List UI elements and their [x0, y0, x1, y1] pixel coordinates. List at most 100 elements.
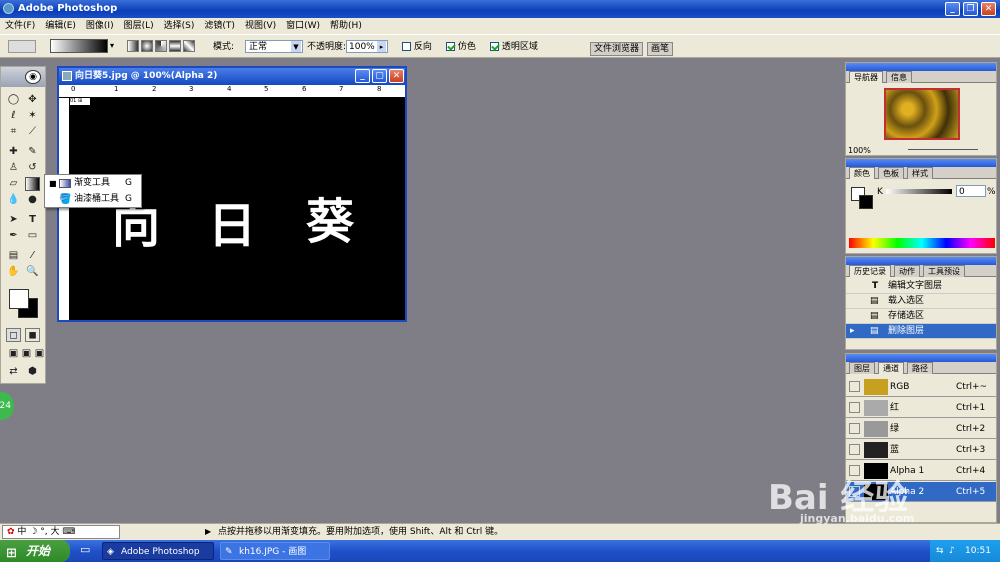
healing-brush-icon[interactable]: ✚	[6, 145, 21, 159]
minimize-button[interactable]: _	[945, 2, 960, 16]
show-desktop-icon[interactable]: ▭	[80, 543, 90, 556]
visibility-eye-icon[interactable]	[849, 402, 860, 413]
close-button[interactable]: ✕	[981, 2, 996, 16]
flyout-paint-bucket-item[interactable]: 🪣 油漆桶工具 G	[45, 192, 141, 207]
transparency-checkbox[interactable]: 透明区域	[490, 41, 538, 53]
brushes-tab[interactable]: 画笔	[647, 42, 674, 56]
menu-layer[interactable]: 图层(L)	[119, 18, 159, 34]
tab-tool-presets[interactable]: 工具预设	[923, 265, 965, 277]
move-tool-icon[interactable]: ✥	[25, 93, 40, 107]
tab-channels[interactable]: 通道	[878, 362, 904, 374]
volume-icon[interactable]: ♪	[949, 540, 955, 562]
tab-info[interactable]: 信息	[886, 71, 912, 83]
tab-actions[interactable]: 动作	[894, 265, 920, 277]
tab-navigator[interactable]: 导航器	[849, 71, 883, 83]
visibility-eye-icon[interactable]	[849, 423, 860, 434]
marquee-tool-icon[interactable]: ◯	[6, 93, 21, 107]
k-value-input[interactable]: 0	[956, 185, 986, 197]
menu-help[interactable]: 帮助(H)	[325, 18, 367, 34]
tab-paths[interactable]: 路径	[907, 362, 933, 374]
quick-mask-icon[interactable]: ◼	[25, 328, 40, 342]
task-paint[interactable]: ✎ kh16.JPG - 画图	[220, 542, 330, 560]
screen-mode-full-icon[interactable]: ▣	[32, 347, 47, 361]
diamond-gradient-button[interactable]	[183, 40, 195, 52]
channel-row[interactable]: 红 Ctrl+1	[846, 398, 996, 418]
channel-row[interactable]: 蓝 Ctrl+3	[846, 440, 996, 460]
navigator-zoom-value[interactable]: 100%	[848, 145, 871, 157]
blur-tool-icon[interactable]: 💧	[6, 193, 21, 207]
standard-mode-icon[interactable]: ◻	[6, 328, 21, 342]
reflected-gradient-button[interactable]	[169, 40, 181, 52]
channel-row[interactable]: 绿 Ctrl+2	[846, 419, 996, 439]
network-icon[interactable]: ⇆	[936, 540, 944, 562]
imageready-icon[interactable]: ⬢	[25, 365, 40, 379]
jump-to-imageready-icon[interactable]: ⇄	[6, 365, 21, 379]
color-spectrum-bar[interactable]	[849, 238, 995, 248]
ime-toolbar[interactable]: ✿ 中 ☽ °, 大 ⌨	[2, 525, 120, 539]
vertical-ruler	[59, 98, 70, 320]
doc-minimize-button[interactable]: _	[355, 69, 370, 83]
image-canvas[interactable]: 01 ⊞ 向 日 葵	[70, 98, 405, 320]
tool-preset-picker[interactable]	[8, 40, 36, 53]
angle-gradient-button[interactable]	[155, 40, 167, 52]
brush-tool-icon[interactable]: ✎	[25, 145, 40, 159]
flyout-gradient-item[interactable]: ■ 渐变工具 G	[45, 176, 141, 191]
hand-tool-icon[interactable]: ✋	[6, 265, 21, 279]
menu-image[interactable]: 图像(I)	[81, 18, 119, 34]
menu-filter[interactable]: 滤镜(T)	[199, 18, 240, 34]
pen-tool-icon[interactable]: ✒	[6, 229, 21, 243]
magic-wand-icon[interactable]: ✶	[25, 109, 40, 123]
history-item-active[interactable]: ▸ ▤ 删除图层	[846, 324, 996, 339]
dither-checkbox[interactable]: 仿色	[446, 41, 476, 53]
doc-close-button[interactable]: ✕	[389, 69, 404, 83]
tab-layers[interactable]: 图层	[849, 362, 875, 374]
eraser-tool-icon[interactable]: ▱	[6, 177, 21, 191]
start-button[interactable]: ⊞ 开始	[0, 540, 70, 562]
gradient-picker[interactable]	[50, 39, 108, 53]
zoom-slider[interactable]	[908, 149, 978, 150]
path-select-icon[interactable]: ➤	[6, 213, 21, 227]
menu-window[interactable]: 窗口(W)	[281, 18, 325, 34]
menu-select[interactable]: 选择(S)	[159, 18, 200, 34]
shape-tool-icon[interactable]: ▭	[25, 229, 40, 243]
history-brush-icon[interactable]: ↺	[25, 161, 40, 175]
clock: 10:51	[965, 546, 991, 556]
tab-styles[interactable]: 样式	[907, 167, 933, 179]
zoom-tool-icon[interactable]: 🔍	[25, 265, 40, 279]
channel-row[interactable]: RGB Ctrl+~	[846, 377, 996, 397]
tab-swatches[interactable]: 色板	[878, 167, 904, 179]
radial-gradient-button[interactable]	[141, 40, 153, 52]
file-browser-tab[interactable]: 文件浏览器	[590, 42, 644, 56]
crop-tool-icon[interactable]: ⌗	[6, 125, 21, 139]
eyedropper-icon[interactable]: ⁄	[25, 249, 40, 263]
gradient-dropdown-icon[interactable]: ▾	[110, 39, 118, 53]
palette-background-swatch[interactable]	[859, 195, 873, 209]
history-item[interactable]: ▤ 载入选区	[846, 294, 996, 309]
reverse-checkbox[interactable]: 反向	[402, 41, 432, 53]
k-slider[interactable]	[886, 189, 952, 194]
navigator-thumbnail[interactable]	[884, 88, 960, 140]
floating-badge[interactable]: 24	[0, 392, 14, 420]
menu-file[interactable]: 文件(F)	[0, 18, 40, 34]
doc-maximize-button[interactable]: ▢	[372, 69, 387, 83]
visibility-eye-icon[interactable]	[849, 444, 860, 455]
visibility-eye-icon[interactable]	[849, 381, 860, 392]
gradient-tool-icon[interactable]	[25, 177, 40, 191]
type-tool-icon[interactable]: T	[25, 213, 40, 227]
menu-view[interactable]: 视图(V)	[240, 18, 281, 34]
tab-history[interactable]: 历史记录	[849, 265, 891, 277]
opacity-input[interactable]: 100% ▸	[346, 40, 388, 53]
mode-select[interactable]: 正常 ▼	[245, 40, 303, 53]
notes-tool-icon[interactable]: ▤	[6, 249, 21, 263]
task-photoshop[interactable]: ◈ Adobe Photoshop	[102, 542, 214, 560]
tab-color[interactable]: 颜色	[849, 167, 875, 179]
slice-tool-icon[interactable]: ⟋	[25, 125, 40, 139]
lasso-tool-icon[interactable]: ℓ	[6, 109, 21, 123]
history-item[interactable]: ▤ 存储选区	[846, 309, 996, 324]
dodge-tool-icon[interactable]: ●	[25, 193, 40, 207]
restore-button[interactable]: ❐	[963, 2, 978, 16]
stamp-tool-icon[interactable]: ♙	[6, 161, 21, 175]
linear-gradient-button[interactable]	[127, 40, 139, 52]
history-item[interactable]: T 编辑文字图层	[846, 279, 996, 294]
menu-edit[interactable]: 编辑(E)	[40, 18, 81, 34]
